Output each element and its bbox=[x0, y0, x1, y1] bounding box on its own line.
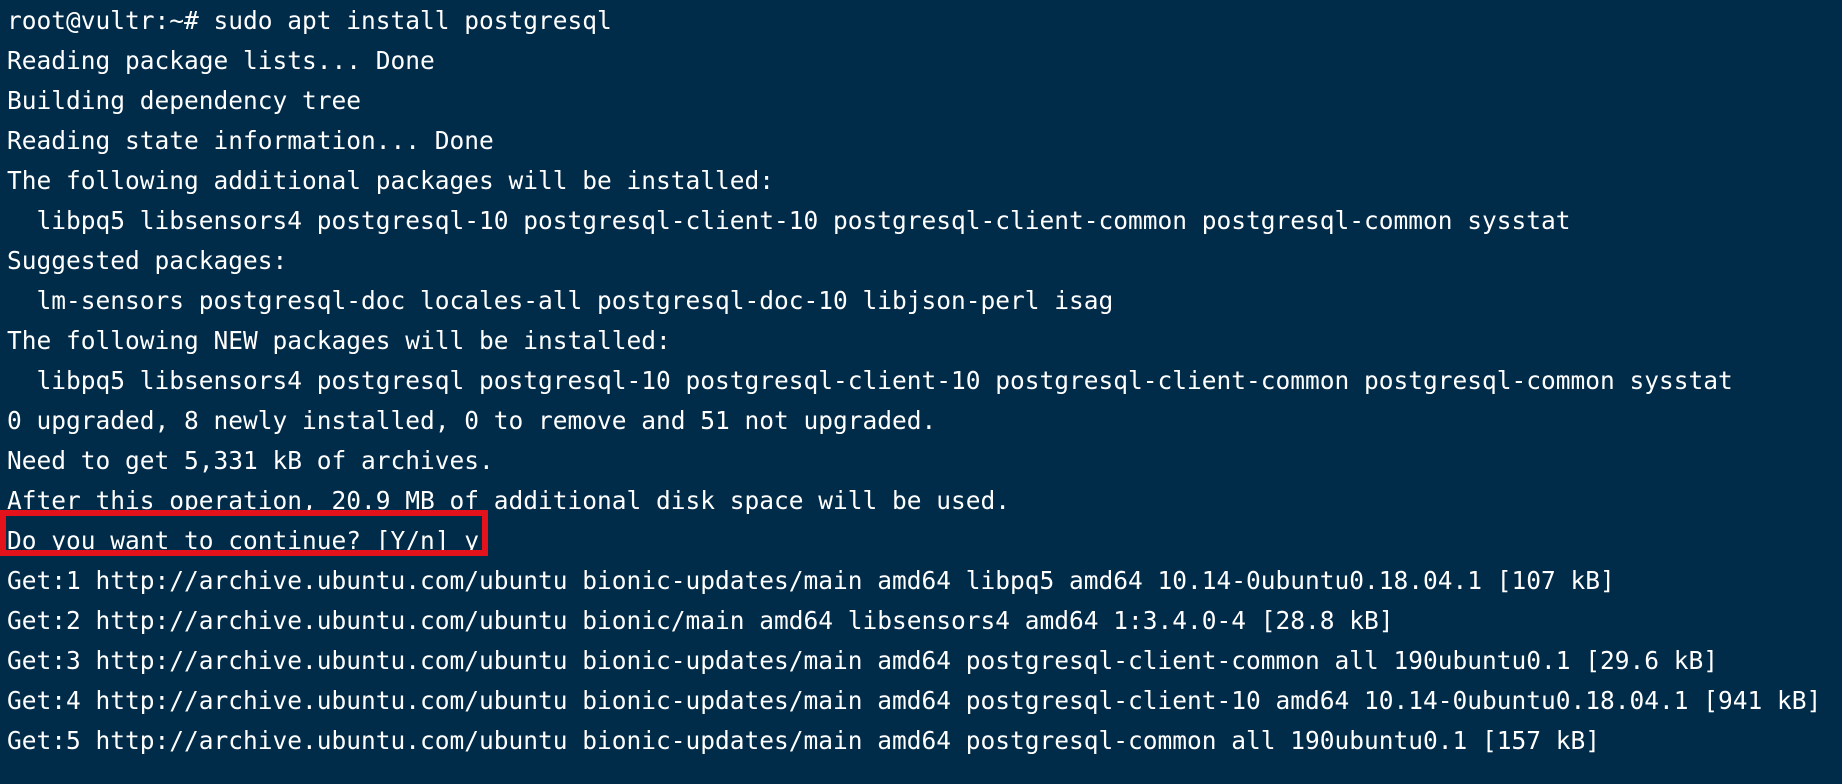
download-line: Get:2 http://archive.ubuntu.com/ubuntu b… bbox=[7, 606, 1394, 635]
download-line: Get:5 http://archive.ubuntu.com/ubuntu b… bbox=[7, 726, 1601, 755]
output-line: libpq5 libsensors4 postgresql-10 postgre… bbox=[7, 206, 1571, 235]
output-line: Need to get 5,331 kB of archives. bbox=[7, 446, 494, 475]
output-line: Reading state information... Done bbox=[7, 126, 494, 155]
command-prompt-line: root@vultr:~# sudo apt install postgresq… bbox=[7, 6, 612, 35]
terminal-output: root@vultr:~# sudo apt install postgresq… bbox=[7, 1, 1821, 761]
output-line: The following additional packages will b… bbox=[7, 166, 775, 195]
output-line: The following NEW packages will be insta… bbox=[7, 326, 671, 355]
download-line: Get:3 http://archive.ubuntu.com/ubuntu b… bbox=[7, 646, 1719, 675]
output-line: libpq5 libsensors4 postgresql postgresql… bbox=[7, 366, 1733, 395]
output-line: After this operation, 20.9 MB of additio… bbox=[7, 486, 1011, 515]
continue-prompt-line[interactable]: Do you want to continue? [Y/n] y bbox=[7, 521, 1821, 561]
output-line: Reading package lists... Done bbox=[7, 46, 435, 75]
download-line: Get:1 http://archive.ubuntu.com/ubuntu b… bbox=[7, 566, 1615, 595]
download-line: Get:4 http://archive.ubuntu.com/ubuntu b… bbox=[7, 686, 1822, 715]
terminal-window[interactable]: root@vultr:~# sudo apt install postgresq… bbox=[0, 0, 1842, 784]
output-line: lm-sensors postgresql-doc locales-all po… bbox=[7, 286, 1114, 315]
output-line: Suggested packages: bbox=[7, 246, 288, 275]
output-line: 0 upgraded, 8 newly installed, 0 to remo… bbox=[7, 406, 937, 435]
output-line: Building dependency tree bbox=[7, 86, 362, 115]
